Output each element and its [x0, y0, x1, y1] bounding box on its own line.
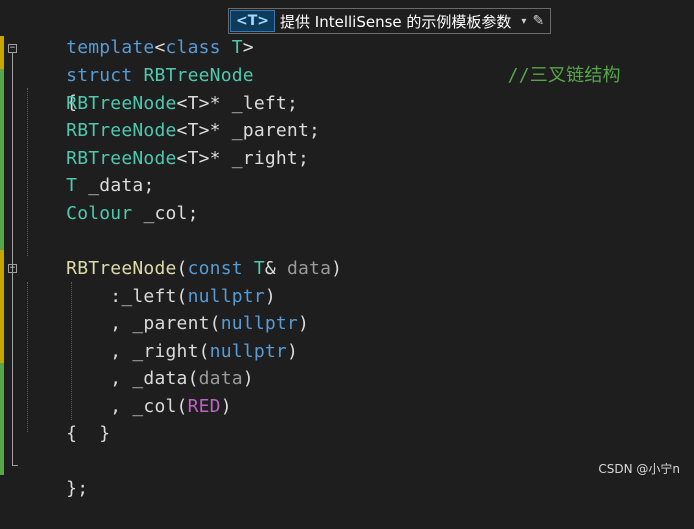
paren-open: (: [209, 313, 221, 334]
pointer: *: [209, 148, 221, 169]
code-line-init-right[interactable]: , _right(nullptr): [22, 338, 298, 365]
code-line-parent[interactable]: RBTreeNode<T>* _parent;: [22, 117, 320, 144]
paren-open: (: [176, 396, 188, 417]
member-name: _parent: [132, 313, 210, 334]
member-name: _left: [121, 286, 177, 307]
paren-close: ): [220, 396, 232, 417]
member-name: _col: [132, 396, 177, 417]
paren-open: (: [198, 341, 210, 362]
code-line-init-left[interactable]: :_left(nullptr): [22, 283, 276, 310]
comma: ,: [110, 313, 122, 334]
code-line-close-brace[interactable]: };: [22, 448, 88, 499]
dropdown-arrow-icon[interactable]: ▾: [517, 16, 530, 27]
paren-close: ): [297, 313, 310, 334]
init-value: nullptr: [209, 341, 287, 362]
init-value: nullptr: [187, 286, 265, 307]
reference: &: [264, 258, 276, 279]
semicolon: ;: [309, 120, 321, 141]
code-line-init-data[interactable]: , _data(data): [22, 365, 254, 392]
semicolon: ;: [286, 93, 298, 114]
constructor-name: RBTreeNode: [66, 258, 177, 279]
template-arg: <T>: [176, 93, 210, 114]
field-name: _data: [88, 175, 144, 196]
template-args-hint[interactable]: <T> 提供 IntelliSense 的示例模板参数 ▾ ✎: [228, 8, 552, 34]
field-name: _parent: [231, 120, 310, 141]
type-name: T: [66, 175, 78, 196]
fold-end-marker: [12, 465, 18, 466]
template-arg: <T>: [176, 148, 210, 169]
template-arg: <T>: [176, 120, 210, 141]
code-line-right[interactable]: RBTreeNode<T>* _right;: [22, 145, 309, 172]
pointer: *: [209, 93, 221, 114]
pointer: *: [209, 120, 221, 141]
paren-close: ): [286, 341, 298, 362]
fold-guide-line: [12, 53, 13, 465]
code-line-struct[interactable]: struct RBTreeNode //三叉链结构: [22, 35, 621, 86]
keyword-const: const: [187, 258, 243, 279]
code-line-open-brace[interactable]: {: [22, 62, 77, 113]
colon: :: [110, 286, 122, 307]
type-name: Colour: [66, 203, 133, 224]
paren-open: (: [187, 368, 199, 389]
semicolon: ;: [187, 203, 199, 224]
code-line-data[interactable]: T _data;: [22, 172, 154, 199]
comment: //三叉链结构: [507, 65, 621, 86]
param-type: T: [253, 258, 265, 279]
type-name: RBTreeNode: [66, 120, 177, 141]
type-name: RBTreeNode: [66, 93, 177, 114]
paren-close: ): [331, 258, 343, 279]
member-name: _right: [132, 341, 199, 362]
template-arg-badge[interactable]: <T>: [230, 10, 276, 32]
comma: ,: [110, 341, 122, 362]
field-name: _col: [143, 203, 188, 224]
code-line-template[interactable]: template<class T>: [22, 7, 254, 58]
param-name: data: [286, 258, 332, 279]
pencil-edit-icon[interactable]: ✎: [530, 13, 550, 29]
code-editor[interactable]: − − template<class T> <T> 提供 IntelliSens…: [0, 0, 694, 499]
comma: ,: [110, 368, 122, 389]
init-value: data: [198, 368, 243, 389]
collapse-constructor-icon[interactable]: −: [8, 264, 17, 273]
init-value: RED: [187, 396, 221, 417]
paren-close: ): [264, 286, 276, 307]
unsaved-change-bar: [0, 250, 4, 363]
type-name: RBTreeNode: [66, 148, 177, 169]
saved-change-bar: [0, 69, 4, 250]
collapse-struct-icon[interactable]: −: [8, 44, 17, 53]
struct-name: RBTreeNode: [143, 65, 254, 86]
unsaved-change-bar: [0, 36, 4, 69]
member-name: _data: [132, 368, 188, 389]
semicolon: ;: [143, 175, 155, 196]
semicolon: ;: [297, 148, 310, 169]
comma: ,: [110, 396, 122, 417]
code-line-ctor-body[interactable]: { }: [22, 420, 110, 447]
saved-change-bar: [0, 363, 4, 475]
code-line-init-col[interactable]: , _col(RED): [22, 393, 232, 420]
code-line-left[interactable]: RBTreeNode<T>* _left;: [22, 90, 298, 117]
paren-open: (: [176, 286, 188, 307]
template-hint-label: 提供 IntelliSense 的示例模板参数: [280, 12, 512, 31]
code-line-constructor[interactable]: RBTreeNode(const T& data): [22, 255, 342, 282]
close-brace: };: [66, 478, 89, 499]
field-name: _right: [231, 148, 298, 169]
code-line-col[interactable]: Colour _col;: [22, 200, 199, 227]
code-line-init-parent[interactable]: , _parent(nullptr): [22, 310, 309, 337]
paren-open: (: [176, 258, 188, 279]
ctor-body: { }: [66, 423, 111, 444]
watermark: CSDN @小宁n: [598, 462, 680, 476]
init-value: nullptr: [220, 313, 298, 334]
paren-close: ): [242, 368, 254, 389]
field-name: _left: [231, 93, 287, 114]
